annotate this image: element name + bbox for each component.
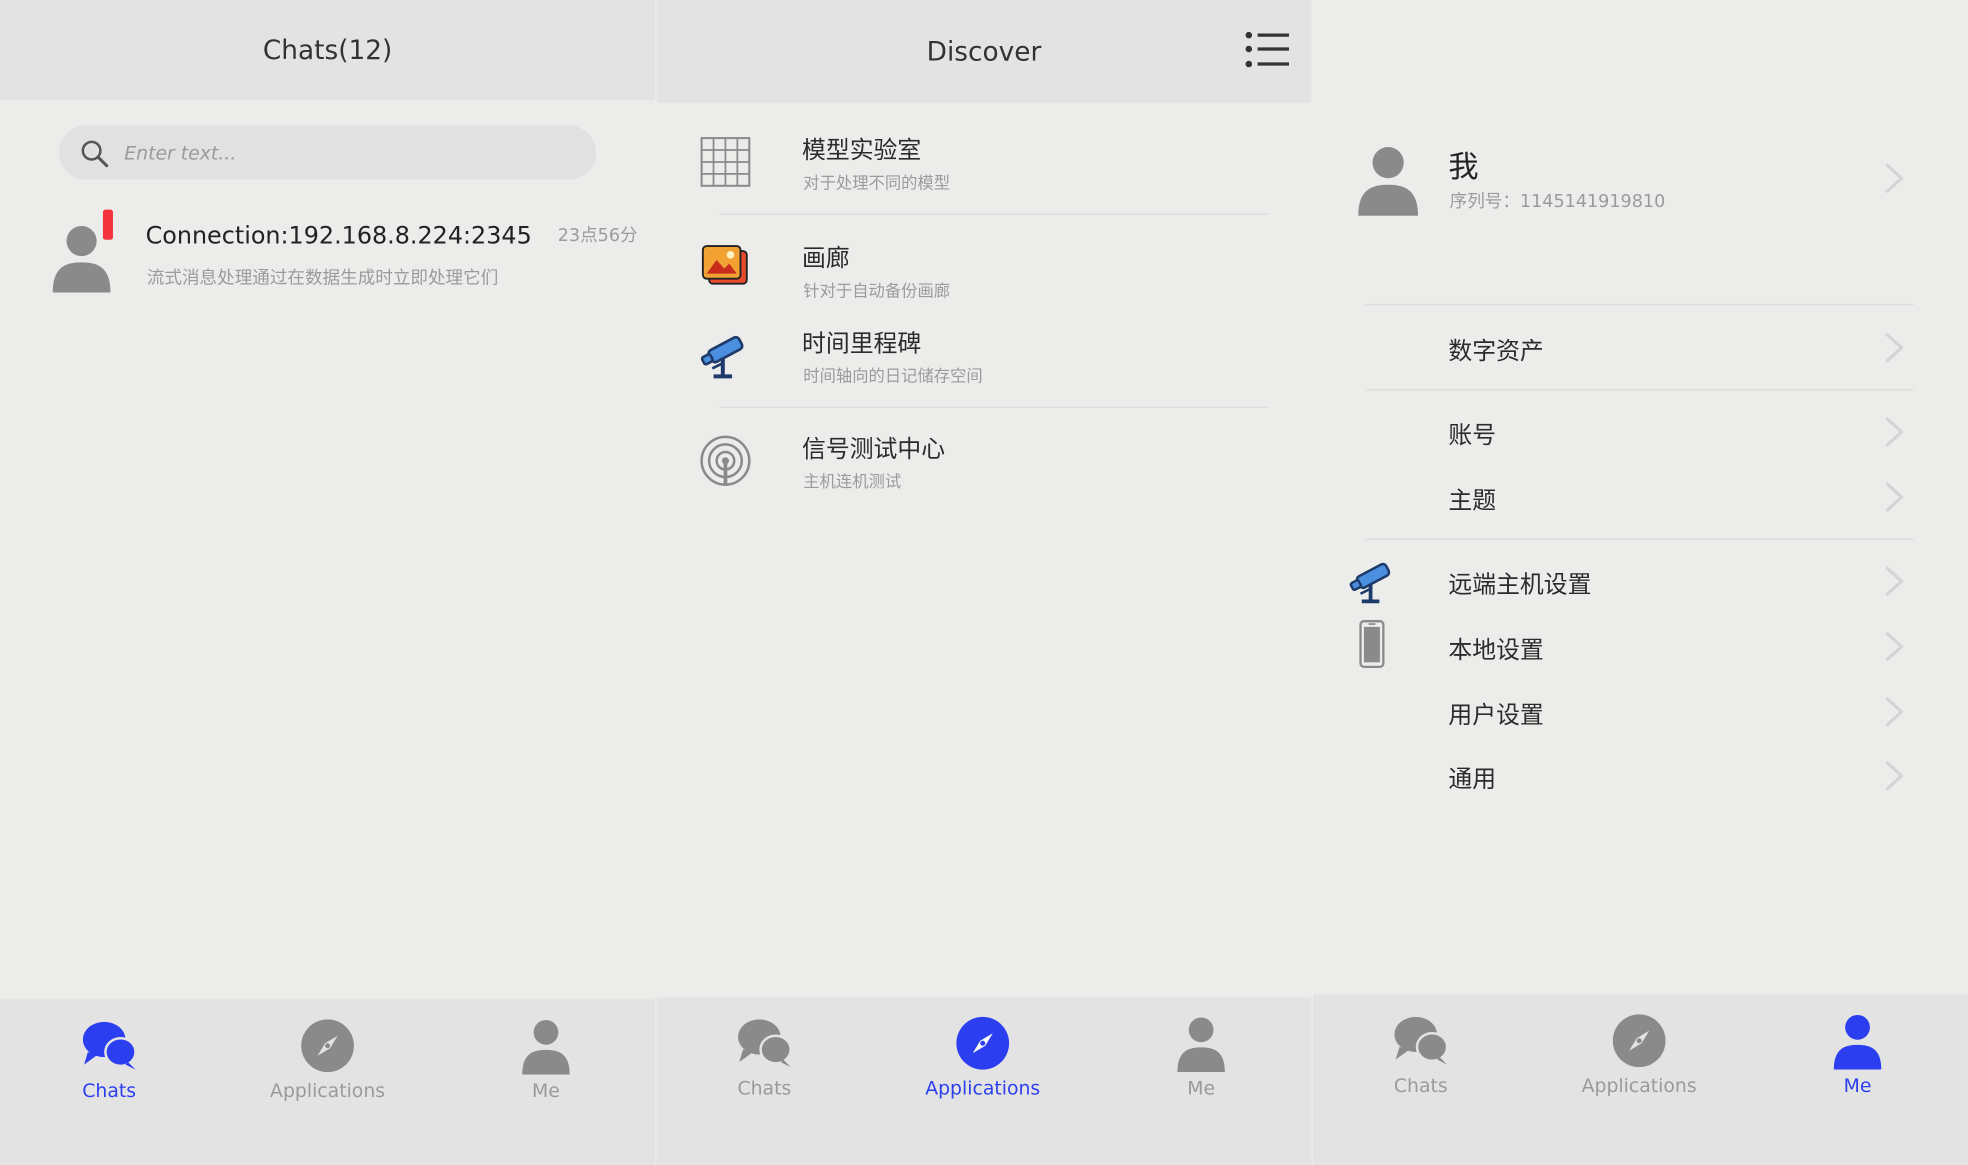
discover-item-timeline[interactable]: 时间里程碑 时间轴向的日记储存空间	[656, 319, 1311, 394]
signal-icon	[700, 435, 751, 486]
chevron-right-icon	[1880, 161, 1908, 196]
profile-card[interactable]: 我 序列号：1145141919810	[1313, 136, 1968, 236]
chevron-right-icon	[1880, 480, 1908, 515]
person-icon	[1829, 1012, 1887, 1070]
tab-label: Chats	[82, 1079, 137, 1103]
chevron-right-icon	[1880, 694, 1908, 729]
unread-indicator	[102, 209, 113, 240]
chats-screen: Chats(12) Connection:192.168.8.224:2345 …	[0, 0, 656, 1165]
item-subtitle: 时间轴向的日记储存空间	[803, 367, 983, 387]
divider	[1365, 538, 1915, 540]
chat-bubbles-icon	[1394, 1016, 1449, 1065]
compass-icon	[956, 1016, 1010, 1070]
menu-item-remote-host-settings[interactable]: 远端主机设置	[1313, 556, 1968, 606]
tab-label: Chats	[737, 1077, 792, 1100]
item-title: 画廊	[802, 244, 850, 273]
chat-bubbles-icon	[737, 1019, 792, 1068]
menu-item-label: 远端主机设置	[1448, 571, 1592, 599]
page-title: Discover	[926, 36, 1042, 67]
search-icon	[81, 139, 109, 167]
compass-icon	[1612, 1014, 1666, 1068]
menu-item-general[interactable]: 通用	[1313, 751, 1968, 801]
conversation-preview: 流式消息处理通过在数据生成时立即处理它们	[146, 268, 499, 289]
tab-label: Chats	[1393, 1074, 1448, 1098]
discover-header: Discover	[656, 0, 1312, 103]
telescope-icon	[699, 329, 752, 382]
person-icon	[517, 1017, 575, 1075]
discover-item-model-lab[interactable]: 模型实验室 对于处理不同的模型	[656, 126, 1311, 214]
person-icon	[1172, 1014, 1230, 1072]
tab-label: Me	[532, 1079, 560, 1103]
telescope-icon	[1348, 556, 1398, 606]
gallery-photo-icon	[701, 245, 748, 285]
search-input[interactable]	[121, 139, 541, 166]
chevron-right-icon	[1880, 330, 1908, 365]
me-screen: 我 序列号：1145141919810 数字资产 账号 主题 远端主机设置 本地…	[1312, 0, 1968, 1165]
chevron-right-icon	[1880, 629, 1908, 664]
menu-item-label: 主题	[1448, 487, 1497, 515]
tab-applications[interactable]: Applications	[259, 1017, 397, 1105]
item-title: 信号测试中心	[802, 435, 946, 464]
conversation-time: 23点56分	[557, 225, 638, 247]
divider	[719, 406, 1268, 409]
tab-applications[interactable]: Applications	[1570, 1012, 1708, 1100]
bottom-tab-bar: Chats Applications Me	[1312, 994, 1968, 1165]
item-subtitle: 主机连机测试	[803, 473, 902, 493]
discover-item-signal[interactable]: 信号测试中心 主机连机测试	[656, 424, 1311, 499]
menu-item-label: 账号	[1448, 421, 1497, 450]
phone-icon	[1359, 620, 1385, 668]
menu-item-label: 通用	[1448, 765, 1497, 794]
chat-bubbles-icon	[82, 1021, 137, 1070]
bottom-tab-bar: Chats Applications Me	[656, 996, 1312, 1165]
tab-me[interactable]: Me	[1789, 1012, 1927, 1100]
avatar	[1353, 143, 1423, 216]
tab-me[interactable]: Me	[1132, 1014, 1270, 1102]
bottom-tab-bar: Chats Applications Me	[0, 999, 656, 1165]
item-subtitle: 对于处理不同的模型	[803, 174, 951, 194]
menu-item-local-settings[interactable]: 本地设置	[1313, 620, 1968, 671]
chevron-right-icon	[1880, 758, 1908, 793]
menu-item-label: 本地设置	[1448, 636, 1544, 665]
menu-item-theme[interactable]: 主题	[1313, 472, 1968, 522]
chevron-right-icon	[1880, 564, 1908, 599]
discover-item-gallery[interactable]: 画廊 针对于自动备份画廊	[656, 234, 1311, 304]
tab-label: Me	[1843, 1074, 1872, 1098]
page-title: Chats(12)	[262, 35, 393, 66]
menu-item-user-settings[interactable]: 用户设置	[1313, 687, 1968, 737]
menu-item-label: 用户设置	[1448, 701, 1544, 730]
tab-chats[interactable]: Chats	[695, 1014, 833, 1102]
tab-chats[interactable]: Chats	[1352, 1012, 1490, 1100]
divider	[719, 213, 1268, 215]
tab-label: Me	[1187, 1077, 1216, 1100]
tab-chats[interactable]: Chats	[40, 1017, 178, 1105]
profile-serial: 序列号：1145141919810	[1449, 192, 1666, 213]
tab-label: Applications	[270, 1079, 386, 1103]
tab-label: Applications	[925, 1077, 1041, 1100]
discover-screen: Discover 模型实验室 对于处理不同的模型 画廊 针对于自动备份画廊 时间…	[656, 0, 1312, 1165]
item-subtitle: 针对于自动备份画廊	[803, 282, 951, 302]
tab-label: Applications	[1581, 1074, 1697, 1098]
conversation-name: Connection:192.168.8.224:2345	[145, 222, 532, 250]
divider	[1365, 389, 1915, 391]
chats-header: Chats(12)	[0, 0, 656, 101]
conversation-item[interactable]: Connection:192.168.8.224:2345 流式消息处理通过在数…	[45, 207, 647, 295]
divider	[1365, 303, 1915, 306]
chevron-right-icon	[1880, 414, 1908, 449]
compass-icon	[301, 1019, 354, 1073]
tab-applications[interactable]: Applications	[914, 1014, 1052, 1102]
tab-me[interactable]: Me	[477, 1017, 615, 1105]
grid-icon	[700, 137, 751, 187]
profile-name: 我	[1448, 149, 1479, 185]
menu-item-digital-assets[interactable]: 数字资产	[1313, 323, 1968, 373]
list-menu-icon[interactable]	[1244, 30, 1292, 73]
menu-item-account[interactable]: 账号	[1313, 407, 1968, 457]
item-title: 模型实验室	[802, 136, 922, 165]
menu-item-label: 数字资产	[1448, 337, 1544, 366]
item-title: 时间里程碑	[802, 330, 922, 358]
search-bar[interactable]	[58, 125, 597, 180]
